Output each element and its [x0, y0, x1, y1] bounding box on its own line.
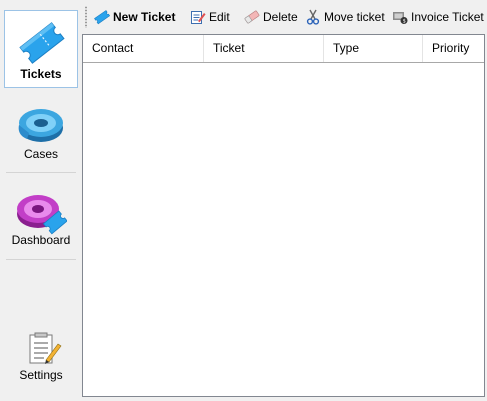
- edit-label: Edit: [209, 10, 230, 24]
- column-header-contact[interactable]: Contact: [83, 35, 204, 62]
- sidebar-item-label: Tickets: [20, 67, 62, 81]
- sidebar: Tickets Cases Dashboard Settings: [0, 0, 82, 401]
- edit-icon: [191, 11, 206, 24]
- sidebar-separator: [6, 259, 76, 260]
- delete-button[interactable]: Delete: [244, 7, 298, 27]
- tickets-grid[interactable]: Contact Ticket Type Priority: [82, 34, 485, 397]
- column-header-ticket[interactable]: Ticket: [204, 35, 324, 62]
- new-ticket-button[interactable]: New Ticket: [94, 7, 175, 27]
- sidebar-item-cases[interactable]: Cases: [4, 95, 78, 165]
- sidebar-separator: [6, 172, 76, 173]
- delete-label: Delete: [263, 10, 298, 24]
- new-ticket-label: New Ticket: [113, 10, 176, 24]
- settings-checklist-icon: [29, 332, 62, 364]
- edit-button[interactable]: Edit: [190, 7, 230, 27]
- toolbar-grip[interactable]: [85, 6, 87, 28]
- sidebar-item-dashboard[interactable]: Dashboard: [4, 180, 78, 252]
- sidebar-item-settings[interactable]: Settings: [4, 330, 78, 386]
- invoice-ticket-label: Invoice Ticket: [411, 10, 484, 24]
- dashboard-ticket-icon: [17, 195, 67, 235]
- sidebar-item-tickets[interactable]: Tickets: [4, 10, 78, 88]
- sidebar-item-label: Cases: [23, 147, 58, 161]
- sidebar-item-label: Dashboard: [11, 233, 71, 247]
- cases-tape-icon: [18, 109, 63, 142]
- new-ticket-icon: [94, 10, 110, 25]
- invoice-icon: $: [393, 12, 408, 25]
- move-ticket-label: Move ticket: [324, 10, 385, 24]
- move-ticket-button[interactable]: Move ticket: [305, 7, 385, 27]
- ticket-icon: [19, 22, 65, 64]
- toolbar: New Ticket Edit Delete Move ticket $ Inv…: [82, 4, 487, 29]
- eraser-icon: [244, 10, 260, 24]
- column-header-priority[interactable]: Priority: [423, 35, 484, 62]
- sidebar-item-label: Settings: [19, 368, 63, 382]
- grid-header: Contact Ticket Type Priority: [83, 35, 484, 63]
- scissors-icon: [306, 9, 320, 25]
- svg-text:$: $: [403, 19, 406, 25]
- invoice-ticket-button[interactable]: $ Invoice Ticket: [392, 7, 484, 27]
- column-header-type[interactable]: Type: [324, 35, 423, 62]
